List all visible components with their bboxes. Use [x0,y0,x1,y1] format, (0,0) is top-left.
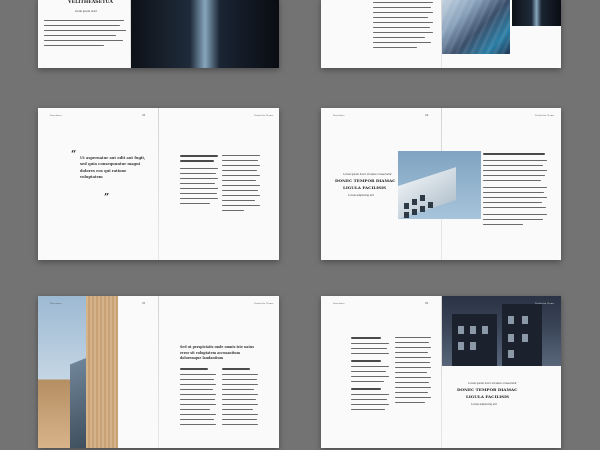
pull-quote: Ut aspernatur aut odit aut fugit, sed qu… [80,156,146,179]
article-kicker: Lorem ipsum dolor sit amet consectetur [468,382,517,385]
brochure-spread-4: Brochure 04 Portfolio Name Lorem ipsum d… [321,108,561,260]
spread-fold [158,296,159,448]
brochure-spread-1: VELITHEASETUA lorem ipsum dolor [38,0,279,68]
photo-wood-facade [38,296,118,448]
page-header-left: Brochure [50,114,62,117]
brochure-spread-3: Brochure 03 Portfolio Name “ Ut aspernat… [38,108,279,260]
page-number: 06 [425,302,429,305]
photo-dark-apartment [442,296,561,366]
photo-modern-building [398,151,481,219]
photo-dark-strip [512,0,561,26]
brochure-spread-6: Brochure 06 Portfolio Name Lorem ipsum d… [321,296,561,448]
photo-glass-facade [442,0,510,54]
brochure-spread-2 [321,0,561,68]
article-heading-line2: LIGULA FACILISIS [466,394,509,399]
article-heading: DONEC TEMPOR DIAMAC [335,178,396,183]
article-kicker: Lorem ipsum dolor sit amet consectetur [343,173,392,176]
photo-dark-corridor [131,0,279,68]
article-heading: DONEC TEMPOR DIAMAC [457,387,518,392]
page-number: 04 [425,114,429,117]
page-number: 03 [142,114,146,117]
page-header-left: Brochure [333,302,345,305]
article-byline: Lorem adipiscing elit [471,403,497,406]
brochure-spread-5: Brochure 05 Portfolio Name Sed ut perspi… [38,296,279,448]
page-number: 05 [142,302,146,305]
article-byline: Lorem adipiscing elit [348,194,374,197]
lead-paragraph: Sed ut perspiciatis unde omnis iste natu… [180,345,255,361]
spread-sublabel: lorem ipsum dolor [75,10,98,13]
page-header-right: Portfolio Name [254,302,274,305]
close-quote-icon: ” [104,193,110,203]
article-heading-line2: LIGULA FACILISIS [343,185,386,190]
spread-fold [158,108,159,260]
page-header-left: Brochure [50,302,62,305]
page-header-right: Portfolio Name [535,114,555,117]
page-header-left: Brochure [333,114,345,117]
open-quote-icon: “ [71,150,77,160]
page-header-right: Portfolio Name [535,302,555,305]
page-header-right: Portfolio Name [254,114,274,117]
spread-heading: VELITHEASETUA [68,0,113,5]
